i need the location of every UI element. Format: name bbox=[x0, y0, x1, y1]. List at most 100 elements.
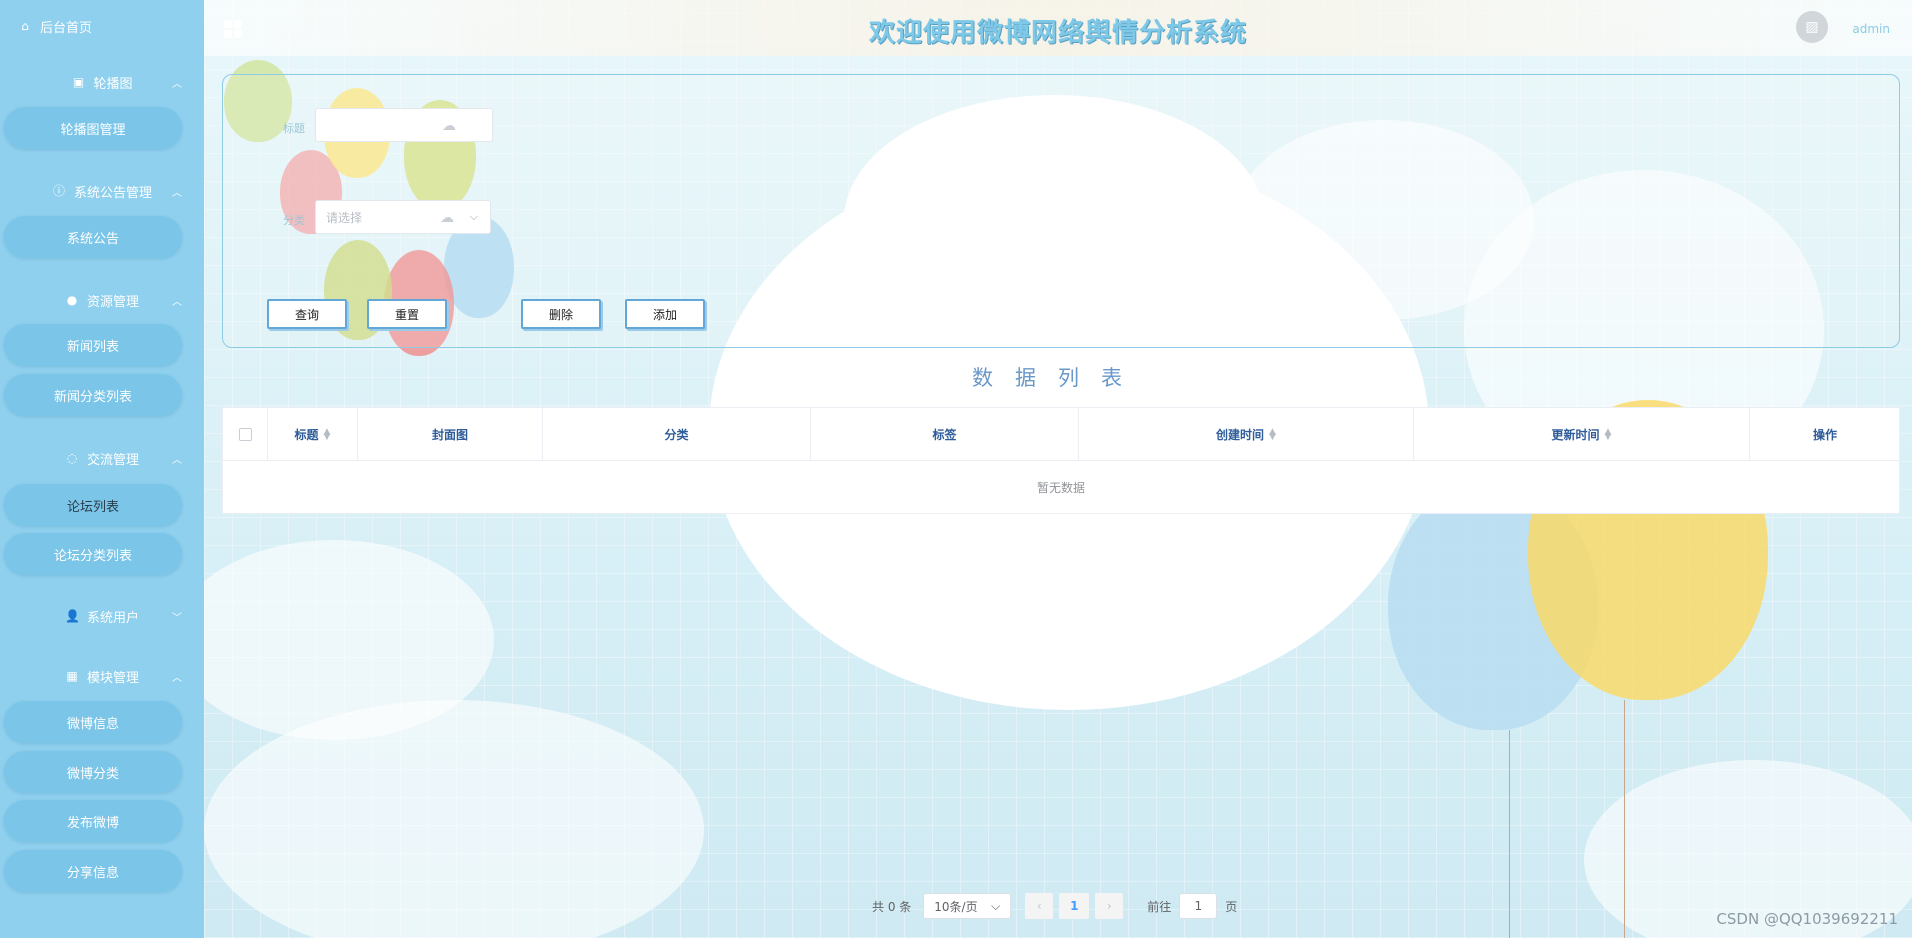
chevron-left-icon: ‹ bbox=[1036, 899, 1042, 913]
chevron-up-icon: ︿ bbox=[172, 78, 182, 90]
sidebar-item-news-category[interactable]: 新闻分类列表 bbox=[4, 374, 182, 416]
next-page-button[interactable]: › bbox=[1095, 893, 1124, 919]
sidebar-item-forum-category[interactable]: 论坛分类列表 bbox=[4, 533, 182, 575]
sidebar-item-label: 轮播图管理 bbox=[60, 122, 126, 138]
sidebar-group-resource[interactable]: ● 资源管理 ︿ bbox=[0, 289, 204, 311]
sidebar-home[interactable]: ⌂ 后台首页 bbox=[18, 16, 92, 36]
sidebar-item-label: 新闻列表 bbox=[66, 339, 119, 355]
category-label: 分类 bbox=[283, 214, 305, 227]
home-icon: ⌂ bbox=[21, 19, 29, 33]
sidebar-group-module[interactable]: ▦ 模块管理 ︿ bbox=[0, 665, 204, 687]
goto-suffix: 页 bbox=[1225, 899, 1238, 914]
image-icon: ▣ bbox=[72, 75, 85, 89]
column-label: 操作 bbox=[1812, 428, 1837, 442]
column-header-category: 分类 bbox=[543, 408, 811, 461]
sidebar-item-label: 分享信息 bbox=[66, 865, 119, 881]
page-number[interactable]: 1 bbox=[1059, 893, 1090, 919]
pagination: 共 0 条 10条/页 ⌵ ‹ 1 › 前往 1 页 bbox=[872, 893, 1237, 919]
column-header-cover: 封面图 bbox=[358, 408, 543, 461]
chevron-right-icon: › bbox=[1106, 899, 1112, 913]
list-title: 数据列表 bbox=[972, 366, 1144, 390]
header: 欢迎使用微博网络舆情分析系统 ▨ admin bbox=[204, 0, 1912, 56]
prev-page-button[interactable]: ‹ bbox=[1025, 893, 1054, 919]
sidebar-item-label: 论坛列表 bbox=[66, 499, 119, 515]
watermark: CSDN @QQ1039692211 bbox=[1716, 910, 1898, 928]
sidebar-group-communication[interactable]: ◌ 交流管理 ︿ bbox=[0, 447, 204, 469]
sidebar-item-post-weibo[interactable]: 发布微博 bbox=[4, 800, 182, 842]
chevron-up-icon: ︿ bbox=[172, 454, 182, 466]
sidebar-item-label: 系统公告 bbox=[66, 231, 119, 247]
column-label: 更新时间 bbox=[1551, 428, 1600, 442]
sidebar-group-label: 模块管理 bbox=[86, 670, 139, 686]
location-icon: ● bbox=[66, 293, 78, 307]
goto-prefix: 前往 bbox=[1147, 899, 1172, 914]
sidebar-item-label: 发布微博 bbox=[66, 815, 119, 831]
page-size-select[interactable]: 10条/页 ⌵ bbox=[923, 893, 1012, 919]
chevron-up-icon: ︿ bbox=[172, 187, 182, 199]
sidebar-item-notice[interactable]: 系统公告 bbox=[4, 216, 182, 258]
add-button[interactable]: 添加 bbox=[625, 299, 705, 329]
column-label: 标签 bbox=[932, 428, 957, 442]
sidebar: ⌂ 后台首页 ▣ 轮播图 ︿ 轮播图管理 ⓘ 系统公告管理 ︿ 系统公告 ● 资… bbox=[0, 0, 204, 938]
chevron-up-icon: ︿ bbox=[172, 672, 182, 684]
column-label: 分类 bbox=[664, 428, 689, 442]
reset-button[interactable]: 重置 bbox=[367, 299, 447, 329]
sort-icon[interactable]: ▲ ▼ bbox=[324, 427, 331, 441]
select-all-checkbox[interactable] bbox=[238, 428, 252, 441]
sidebar-group-system-user[interactable]: 👤 系统用户 ﹀ bbox=[0, 605, 204, 627]
sidebar-item-label: 微博分类 bbox=[66, 766, 119, 782]
cloud-icon: ☁ bbox=[440, 210, 454, 226]
column-label: 创建时间 bbox=[1216, 428, 1265, 442]
total-count: 共 0 条 bbox=[872, 899, 912, 914]
avatar[interactable]: ▨ bbox=[1796, 11, 1828, 43]
sidebar-group-notice[interactable]: ⓘ 系统公告管理 ︿ bbox=[0, 180, 204, 202]
sort-icon[interactable]: ▲ ▼ bbox=[1269, 427, 1276, 441]
sidebar-group-label: 系统公告管理 bbox=[73, 185, 152, 201]
user-icon: 👤 bbox=[64, 609, 80, 623]
chevron-down-icon: ⌵ bbox=[469, 210, 478, 223]
chat-icon: ◌ bbox=[66, 451, 78, 465]
category-select[interactable]: 请选择 ☁ ⌵ bbox=[315, 200, 491, 234]
select-all-cell bbox=[223, 408, 268, 461]
username[interactable]: admin bbox=[1852, 22, 1890, 36]
column-header-updated[interactable]: 更新时间 ▲ ▼ bbox=[1414, 408, 1750, 461]
column-label: 标题 bbox=[294, 428, 319, 442]
page-title: 欢迎使用微博网络舆情分析系统 bbox=[868, 18, 1247, 48]
sidebar-item-carousel-manage[interactable]: 轮播图管理 bbox=[4, 107, 182, 149]
category-placeholder: 请选择 bbox=[326, 210, 363, 225]
column-header-title[interactable]: 标题 ▲ ▼ bbox=[268, 408, 358, 461]
sidebar-item-weibo-info[interactable]: 微博信息 bbox=[4, 701, 182, 743]
sidebar-item-label: 微博信息 bbox=[66, 716, 119, 732]
column-header-created[interactable]: 创建时间 ▲ ▼ bbox=[1079, 408, 1414, 461]
sidebar-group-label: 轮播图 bbox=[93, 76, 133, 92]
column-header-actions: 操作 bbox=[1750, 408, 1900, 461]
title-label: 标题 bbox=[283, 122, 305, 135]
table-header: 标题 ▲ ▼ 封面图 分类 标签 创建时间 ▲ ▼ 更新时间 ▲ ▼ 操作 bbox=[223, 408, 1899, 461]
empty-state: 暂无数据 bbox=[1036, 481, 1085, 495]
query-button[interactable]: 查询 bbox=[267, 299, 347, 329]
sidebar-group-label: 交流管理 bbox=[86, 452, 139, 468]
page-size-value: 10条/页 bbox=[934, 899, 978, 914]
cloud-icon: ☁ bbox=[442, 118, 456, 134]
goto-page-input[interactable]: 1 bbox=[1179, 893, 1218, 919]
chevron-down-icon: ﹀ bbox=[172, 612, 182, 624]
sort-icon[interactable]: ▲ ▼ bbox=[1605, 427, 1612, 441]
sidebar-item-forum-list[interactable]: 论坛列表 bbox=[4, 484, 182, 526]
info-icon: ⓘ bbox=[52, 184, 65, 198]
sidebar-item-label: 论坛分类列表 bbox=[53, 548, 132, 564]
search-panel: 标题 ☁ 分类 请选择 ☁ ⌵ 查询 重置 删除 添加 bbox=[222, 74, 1900, 348]
chevron-down-icon: ⌵ bbox=[991, 898, 1001, 913]
title-input[interactable]: ☁ bbox=[315, 108, 493, 142]
sidebar-item-weibo-category[interactable]: 微博分类 bbox=[4, 751, 182, 793]
sidebar-item-news-list[interactable]: 新闻列表 bbox=[4, 324, 182, 366]
sidebar-group-label: 资源管理 bbox=[86, 294, 139, 310]
grid-icon: ▦ bbox=[66, 669, 78, 683]
sidebar-item-share-info[interactable]: 分享信息 bbox=[4, 850, 182, 892]
sidebar-group-carousel[interactable]: ▣ 轮播图 ︿ bbox=[0, 71, 204, 93]
data-table: 标题 ▲ ▼ 封面图 分类 标签 创建时间 ▲ ▼ 更新时间 ▲ ▼ 操作 暂无数据 bbox=[222, 407, 1900, 514]
sidebar-item-label: 新闻分类列表 bbox=[53, 389, 132, 405]
column-label: 封面图 bbox=[431, 428, 468, 442]
column-header-tag: 标签 bbox=[811, 408, 1079, 461]
sidebar-group-label: 系统用户 bbox=[86, 610, 139, 626]
delete-button[interactable]: 删除 bbox=[521, 299, 601, 329]
